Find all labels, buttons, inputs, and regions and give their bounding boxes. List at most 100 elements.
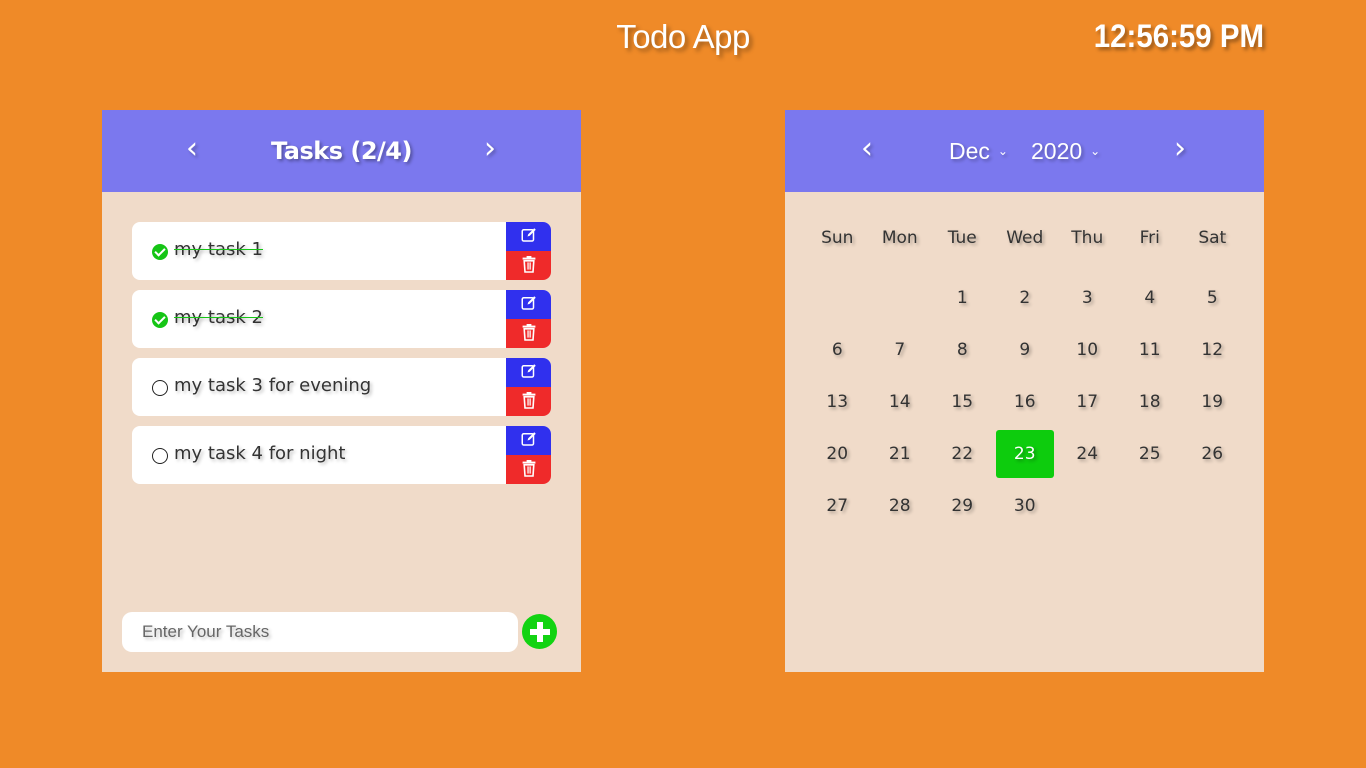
calendar-prev-button[interactable]: ‹ [861, 134, 873, 164]
edit-task-button[interactable] [506, 290, 551, 319]
tasks-next-button[interactable]: › [484, 134, 496, 164]
day-number: 10 [1076, 340, 1099, 360]
task-item[interactable]: my task 2 [132, 290, 551, 348]
tasks-panel: ‹ Tasks (2/4) › my task 1 my task 2 my tas… [102, 110, 581, 672]
calendar-day[interactable]: 4 [1119, 272, 1182, 324]
task-item[interactable]: my task 3 for evening [132, 358, 551, 416]
day-number: 27 [826, 496, 849, 516]
weekday-row: Sun Mon Tue Wed Thu Fri Sat [806, 228, 1244, 248]
calendar-day[interactable]: 5 [1181, 272, 1244, 324]
calendar-day-selected[interactable]: 23 [994, 428, 1057, 480]
day-number: 24 [1076, 444, 1099, 464]
check-circle-icon[interactable] [152, 244, 168, 260]
calendar-day[interactable]: 13 [806, 376, 869, 428]
calendar-day[interactable]: 28 [869, 480, 932, 532]
calendar-day[interactable]: 16 [994, 376, 1057, 428]
month-select[interactable]: Dec ⌄ [949, 138, 1008, 165]
day-number: 17 [1076, 392, 1099, 412]
chevron-down-icon: ⌄ [1090, 143, 1101, 158]
tasks-title: Tasks (2/4) [271, 137, 412, 165]
year-select[interactable]: 2020 ⌄ [1031, 138, 1100, 165]
day-number: 26 [1201, 444, 1224, 464]
calendar-day[interactable]: 25 [1119, 428, 1182, 480]
delete-task-button[interactable] [506, 319, 551, 348]
calendar-day[interactable]: 7 [869, 324, 932, 376]
edit-icon [520, 294, 538, 316]
calendar-day[interactable]: 8 [931, 324, 994, 376]
calendar-day[interactable]: 2 [994, 272, 1057, 324]
task-input[interactable] [122, 612, 518, 652]
task-actions [506, 426, 551, 484]
day-number: 5 [1206, 288, 1218, 308]
day-number: 7 [894, 340, 906, 360]
calendar-panel: ‹ Dec ⌄ 2020 ⌄ › Sun Mon Tue Wed Thu Fri Sat 123… [785, 110, 1264, 672]
day-number: 2 [1019, 288, 1031, 308]
calendar-day[interactable]: 17 [1056, 376, 1119, 428]
calendar-day[interactable]: 18 [1119, 376, 1182, 428]
calendar-day[interactable]: 19 [1181, 376, 1244, 428]
calendar-day[interactable]: 3 [1056, 272, 1119, 324]
calendar-day[interactable]: 11 [1119, 324, 1182, 376]
edit-task-button[interactable] [506, 426, 551, 455]
day-number: 6 [831, 340, 843, 360]
task-text: my task 1 [174, 239, 263, 260]
chevron-right-icon: › [484, 131, 496, 166]
delete-task-button[interactable] [506, 455, 551, 484]
task-text: my task 2 [174, 307, 263, 328]
day-number: 23 [995, 430, 1054, 478]
calendar-day[interactable]: 29 [931, 480, 994, 532]
calendar-day[interactable]: 24 [1056, 428, 1119, 480]
calendar-day[interactable]: 20 [806, 428, 869, 480]
add-task-button[interactable] [522, 614, 557, 649]
calendar-day[interactable]: 6 [806, 324, 869, 376]
calendar-day[interactable]: 21 [869, 428, 932, 480]
calendar-day[interactable]: 26 [1181, 428, 1244, 480]
task-item[interactable]: my task 4 for night [132, 426, 551, 484]
weekday-label: Wed [1006, 228, 1044, 248]
edit-task-button[interactable] [506, 222, 551, 251]
task-item[interactable]: my task 1 [132, 222, 551, 280]
day-number: 11 [1138, 340, 1161, 360]
calendar-day[interactable]: 14 [869, 376, 932, 428]
calendar-day[interactable]: 9 [994, 324, 1057, 376]
day-number: 14 [888, 392, 911, 412]
day-grid: 1 2 3 4 5 6 7 8 9 10 11 12 13 14 15 16 17 18 19 20 21 22 23 24 2… [806, 272, 1244, 532]
day-number: 15 [951, 392, 974, 412]
calendar-day[interactable]: 27 [806, 480, 869, 532]
calendar-day[interactable]: 12 [1181, 324, 1244, 376]
day-number: 25 [1138, 444, 1161, 464]
day-number: 8 [956, 340, 968, 360]
tasks-header: ‹ Tasks (2/4) › [102, 110, 581, 192]
task-text: my task 4 for night [174, 443, 346, 464]
chevron-right-icon: › [1174, 131, 1186, 166]
calendar-day[interactable]: 15 [931, 376, 994, 428]
delete-task-button[interactable] [506, 251, 551, 280]
day-number: 9 [1019, 340, 1031, 360]
edit-task-button[interactable] [506, 358, 551, 387]
task-text: my task 3 for evening [174, 375, 372, 396]
edit-icon [520, 362, 538, 384]
day-number: 1 [956, 288, 968, 308]
circle-icon[interactable] [152, 448, 168, 464]
task-actions [506, 358, 551, 416]
month-label: Dec [949, 138, 990, 164]
day-number: 29 [951, 496, 974, 516]
weekday-label: Tue [947, 228, 977, 248]
day-number: 18 [1138, 392, 1161, 412]
trash-icon [521, 255, 537, 277]
calendar-day[interactable]: 1 [931, 272, 994, 324]
day-number: 3 [1081, 288, 1093, 308]
weekday-label: Thu [1071, 228, 1104, 248]
calendar-day[interactable]: 10 [1056, 324, 1119, 376]
delete-task-button[interactable] [506, 387, 551, 416]
task-actions [506, 222, 551, 280]
year-label: 2020 [1031, 138, 1083, 164]
calendar-day[interactable]: 30 [994, 480, 1057, 532]
calendar-next-button[interactable]: › [1174, 134, 1186, 164]
day-number: 19 [1201, 392, 1224, 412]
calendar-day[interactable]: 22 [931, 428, 994, 480]
check-circle-icon[interactable] [152, 312, 168, 328]
weekday-label: Sun [821, 228, 854, 248]
circle-icon[interactable] [152, 380, 168, 396]
day-number: 22 [951, 444, 974, 464]
